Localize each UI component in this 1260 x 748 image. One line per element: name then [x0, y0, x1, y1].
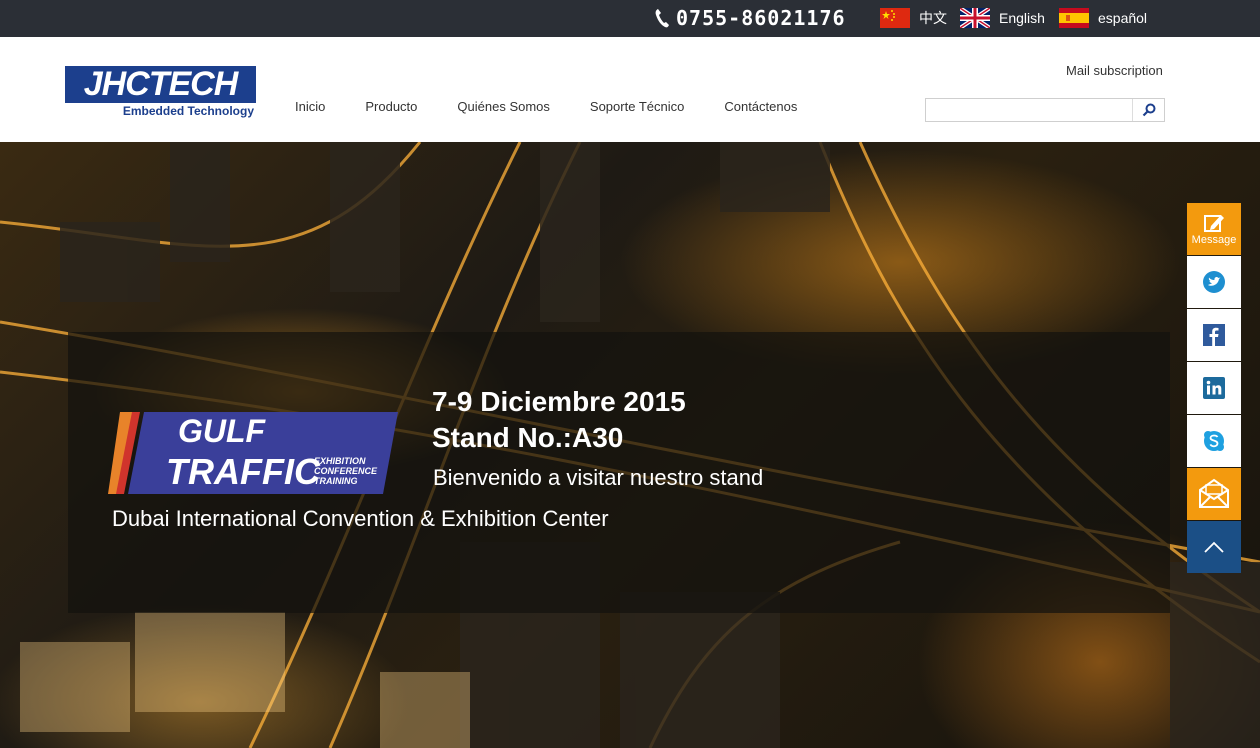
- china-flag-icon: [880, 8, 910, 28]
- search-button[interactable]: [1132, 99, 1164, 121]
- svg-text:EXHIBITION: EXHIBITION: [314, 456, 366, 466]
- twitter-button[interactable]: [1187, 256, 1241, 308]
- gulf-traffic-event-logo: GULF TRAFFIC EXHIBITION CONFERENCE TRAIN…: [108, 412, 398, 494]
- mail-button[interactable]: [1187, 468, 1241, 520]
- skype-icon: [1204, 431, 1224, 451]
- nav-item-quienes-somos[interactable]: Quiénes Somos: [457, 99, 550, 114]
- message-label: Message: [1191, 234, 1237, 246]
- side-toolbar: Message: [1187, 203, 1241, 574]
- language-label: 中文: [919, 10, 947, 26]
- language-spanish[interactable]: español: [1059, 8, 1147, 28]
- nav-item-soporte-tecnico[interactable]: Soporte Técnico: [590, 99, 684, 114]
- svg-text:CONFERENCE: CONFERENCE: [314, 466, 378, 476]
- facebook-button[interactable]: [1187, 309, 1241, 361]
- language-chinese[interactable]: 中文: [880, 8, 947, 28]
- message-icon: [1204, 215, 1224, 232]
- logo-tagline: Embedded Technology: [122, 104, 254, 118]
- site-logo[interactable]: JHCTECH Embedded Technology: [65, 66, 256, 121]
- search-input[interactable]: [926, 99, 1131, 121]
- site-header: JHCTECH Embedded Technology Inicio Produ…: [0, 37, 1260, 142]
- event-stand-number: Stand No.:A30: [432, 422, 624, 453]
- skype-button[interactable]: [1187, 415, 1241, 467]
- phone-contact: 0755-86021176: [654, 5, 846, 31]
- phone-number: 0755-86021176: [676, 6, 846, 30]
- svg-text:TRAFFIC: TRAFFIC: [166, 451, 321, 492]
- mail-subscription-link[interactable]: Mail subscription: [1066, 63, 1163, 78]
- uk-flag-icon: [960, 8, 990, 28]
- event-venue: Dubai International Convention & Exhibit…: [112, 506, 609, 531]
- language-label: English: [999, 10, 1045, 26]
- event-welcome-text: Bienvenido a visitar nuestro stand: [433, 465, 764, 490]
- search-box: [925, 98, 1165, 122]
- message-button[interactable]: Message: [1187, 203, 1241, 255]
- logo-wordmark: JHCTECH: [65, 66, 256, 103]
- nav-item-contactenos[interactable]: Contáctenos: [724, 99, 797, 114]
- mail-icon: [1199, 478, 1229, 508]
- back-to-top-button[interactable]: [1187, 521, 1241, 573]
- event-date: 7-9 Diciembre 2015: [432, 386, 686, 417]
- nav-item-inicio[interactable]: Inicio: [295, 99, 325, 114]
- event-info-panel: GULF TRAFFIC EXHIBITION CONFERENCE TRAIN…: [68, 332, 1170, 613]
- search-icon: [1142, 103, 1155, 117]
- svg-text:TRAINING: TRAINING: [314, 476, 358, 486]
- language-english[interactable]: English: [960, 8, 1045, 28]
- twitter-icon: [1203, 271, 1225, 293]
- linkedin-button[interactable]: [1187, 362, 1241, 414]
- top-bar: 0755-86021176 中文 English español: [0, 0, 1260, 37]
- hero-banner: GULF TRAFFIC EXHIBITION CONFERENCE TRAIN…: [0, 142, 1260, 748]
- phone-icon: [655, 9, 669, 28]
- linkedin-icon: [1203, 377, 1225, 399]
- svg-text:GULF: GULF: [178, 413, 267, 449]
- nav-item-producto[interactable]: Producto: [365, 99, 417, 114]
- language-label: español: [1098, 10, 1148, 26]
- main-nav: Inicio Producto Quiénes Somos Soporte Té…: [295, 99, 797, 114]
- facebook-icon: [1203, 324, 1225, 346]
- spain-flag-icon: [1059, 8, 1089, 28]
- back-to-top-icon: [1204, 541, 1224, 553]
